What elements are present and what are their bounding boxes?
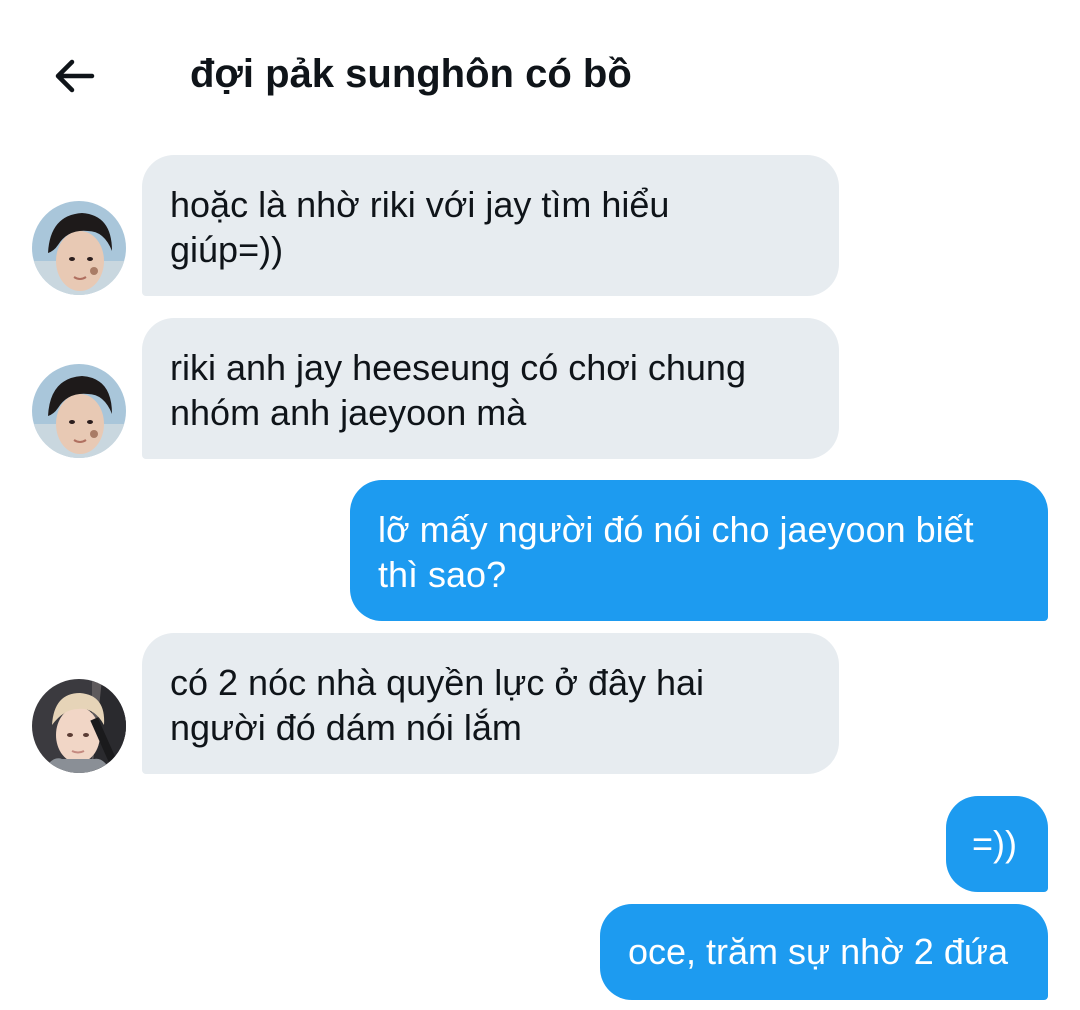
avatar[interactable]	[32, 201, 126, 295]
message-bubble-incoming[interactable]: hoặc là nhờ riki với jay tìm hiểu giúp=)…	[142, 155, 839, 296]
message-bubble-incoming[interactable]: có 2 nóc nhà quyền lực ở đây hai người đ…	[142, 633, 839, 774]
message-bubble-incoming[interactable]: riki anh jay heeseung có chơi chung nhóm…	[142, 318, 839, 459]
avatar-photo-icon	[32, 201, 126, 295]
message-bubble-outgoing[interactable]: lỡ mấy người đó nói cho jaeyoon biết thì…	[350, 480, 1048, 621]
message-row: có 2 nóc nhà quyền lực ở đây hai người đ…	[0, 633, 1080, 774]
message-row: hoặc là nhờ riki với jay tìm hiểu giúp=)…	[0, 155, 1080, 296]
message-text: oce, trăm sự nhờ 2 đứa	[628, 931, 1008, 972]
message-bubble-outgoing[interactable]: oce, trăm sự nhờ 2 đứa	[600, 904, 1048, 1000]
message-text: hoặc là nhờ riki với jay tìm hiểu giúp=)…	[170, 184, 670, 270]
avatar[interactable]	[32, 679, 126, 773]
avatar[interactable]	[32, 364, 126, 458]
message-row: lỡ mấy người đó nói cho jaeyoon biết thì…	[0, 480, 1080, 621]
avatar-photo-icon	[32, 679, 126, 773]
message-bubble-outgoing[interactable]: =))	[946, 796, 1048, 892]
message-text: riki anh jay heeseung có chơi chung nhóm…	[170, 347, 746, 433]
message-row: riki anh jay heeseung có chơi chung nhóm…	[0, 318, 1080, 459]
message-list: hoặc là nhờ riki với jay tìm hiểu giúp=)…	[0, 0, 1080, 1010]
message-text: có 2 nóc nhà quyền lực ở đây hai người đ…	[170, 662, 705, 748]
avatar-photo-icon	[32, 364, 126, 458]
message-text: lỡ mấy người đó nói cho jaeyoon biết thì…	[378, 509, 974, 595]
message-row: oce, trăm sự nhờ 2 đứa	[0, 904, 1080, 1000]
message-text: =))	[972, 823, 1017, 864]
message-row: =))	[0, 796, 1080, 892]
